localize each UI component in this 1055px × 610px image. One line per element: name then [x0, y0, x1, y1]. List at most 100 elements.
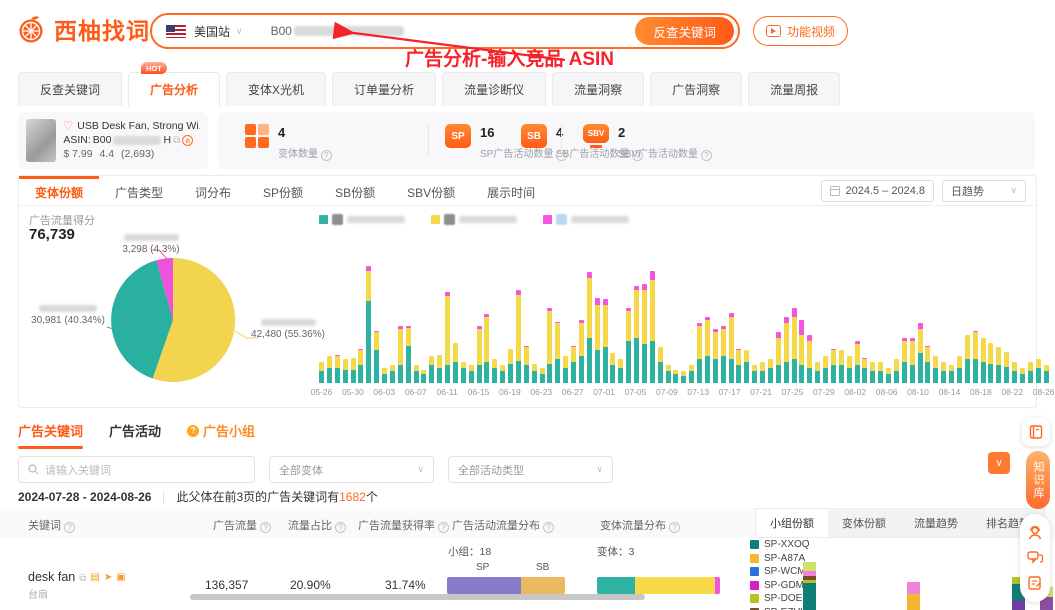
tab-sb-share[interactable]: SB份额 [319, 176, 391, 205]
feature-video-button[interactable]: 功能视频 [753, 16, 848, 46]
legend-item[interactable] [431, 214, 517, 225]
stacked-bar[interactable] [658, 347, 663, 383]
stacked-bar[interactable] [886, 368, 891, 383]
tab-sp-share[interactable]: SP份额 [247, 176, 319, 205]
stacked-bar[interactable] [902, 338, 907, 383]
stacked-bar[interactable] [957, 356, 962, 383]
stacked-bar[interactable] [445, 292, 450, 384]
stacked-bar[interactable] [1036, 359, 1041, 383]
stacked-bar[interactable] [626, 308, 631, 383]
tab-word-distribution[interactable]: 词分布 [179, 176, 247, 205]
stacked-bar[interactable] [327, 356, 332, 383]
tab-ad-type[interactable]: 广告类型 [99, 176, 179, 205]
stacked-bar[interactable] [492, 359, 497, 383]
knowledge-base-button[interactable]: 知识库 [1026, 451, 1050, 509]
app-logo[interactable]: 西柚找词 [16, 12, 150, 46]
stacked-bar[interactable] [603, 299, 608, 383]
help-icon[interactable] [260, 522, 271, 533]
stacked-bar[interactable] [540, 368, 545, 383]
help-icon[interactable] [543, 522, 554, 533]
stacked-bar[interactable] [681, 371, 686, 383]
tab-traffic-diagnosis[interactable]: 流量诊断仪 [442, 72, 546, 106]
stacked-bar[interactable] [398, 326, 403, 383]
stacked-bar[interactable] [666, 365, 671, 383]
stacked-bar[interactable] [768, 359, 773, 383]
stacked-bar[interactable] [532, 364, 537, 384]
stacked-bar[interactable] [933, 356, 938, 383]
tab-traffic-insight[interactable]: 流量洞察 [552, 72, 644, 106]
campaign-distribution-bar[interactable] [447, 577, 565, 594]
stacked-bar[interactable] [705, 317, 710, 383]
customer-service-button[interactable] [1026, 524, 1044, 542]
stacked-bar[interactable] [351, 358, 356, 384]
stacked-bar[interactable] [587, 272, 592, 383]
tab-ad-analysis[interactable]: HOT 广告分析 [128, 72, 220, 106]
daily-traffic-bar-chart[interactable] [319, 234, 1049, 383]
help-icon[interactable] [438, 522, 449, 533]
stacked-bar[interactable] [918, 323, 923, 383]
help-icon[interactable] [321, 150, 332, 161]
legend-item[interactable] [319, 214, 405, 225]
stacked-bar[interactable] [1012, 362, 1017, 383]
tab-variant-xray[interactable]: 变体X光机 [226, 72, 326, 106]
stacked-bar[interactable] [736, 349, 741, 384]
favorite-heart-icon[interactable] [63, 119, 73, 132]
copy-keyword-icon[interactable] [79, 570, 86, 584]
stacked-bar[interactable] [366, 266, 371, 383]
stacked-bar[interactable] [374, 331, 379, 384]
tab-sbv-share[interactable]: SBV份额 [391, 176, 471, 205]
tab-traffic-trend[interactable]: 流量趋势 [900, 509, 972, 537]
tab-ad-keywords[interactable]: 广告关键词 [18, 421, 83, 449]
stacked-bar[interactable] [406, 326, 411, 383]
help-icon[interactable] [335, 522, 346, 533]
stacked-bar[interactable] [335, 355, 340, 384]
stacked-bar[interactable] [823, 356, 828, 383]
send-icon[interactable]: ➤ [104, 572, 112, 583]
stacked-bar[interactable] [894, 359, 899, 383]
tab-order-analysis[interactable]: 订单量分析 [332, 72, 436, 106]
stacked-bar[interactable] [721, 326, 726, 383]
stacked-bar[interactable] [799, 320, 804, 383]
stacked-bar[interactable] [650, 271, 655, 384]
tab-variant-share-col[interactable]: 变体份额 [828, 509, 900, 537]
product-card[interactable]: USB Desk Fan, Strong Wi... ASIN: B00 H a… [18, 112, 208, 169]
stacked-bar[interactable] [1004, 352, 1009, 384]
stacked-bar[interactable] [713, 329, 718, 383]
stacked-bar[interactable] [925, 346, 930, 384]
tab-traffic-weekly[interactable]: 流量周报 [748, 72, 840, 106]
stacked-bar[interactable] [870, 362, 875, 383]
stacked-bar[interactable] [776, 332, 781, 383]
stacked-bar[interactable] [941, 362, 946, 383]
survey-form-button[interactable] [1026, 574, 1044, 592]
stacked-bar[interactable] [390, 365, 395, 383]
stacked-bar[interactable] [729, 313, 734, 384]
stacked-bar[interactable] [673, 370, 678, 384]
stacked-bar[interactable] [319, 362, 324, 383]
stacked-bar[interactable] [965, 335, 970, 383]
stacked-bar[interactable] [878, 362, 883, 383]
stacked-bar[interactable] [1020, 368, 1025, 383]
stacked-bar[interactable] [516, 290, 521, 383]
stacked-bar[interactable] [697, 323, 702, 383]
reverse-search-button[interactable]: 反查关键词 [635, 17, 734, 45]
variant-distribution-bar[interactable] [597, 577, 720, 594]
tab-ad-campaigns[interactable]: 广告活动 [109, 421, 161, 449]
help-icon[interactable] [701, 150, 712, 161]
stacked-bar[interactable] [343, 359, 348, 383]
stacked-bar[interactable] [1044, 365, 1049, 383]
stacked-bar[interactable] [555, 322, 560, 384]
stacked-bar[interactable] [547, 308, 552, 383]
legend-item[interactable] [543, 214, 629, 225]
stacked-bar[interactable] [563, 356, 568, 383]
stacked-bar[interactable] [610, 353, 615, 383]
campaign-type-select[interactable]: 全部活动类型 ∨ [448, 456, 613, 483]
stacked-bar[interactable] [461, 362, 466, 383]
image-icon[interactable]: ▣ [116, 572, 125, 583]
stacked-bar[interactable] [744, 350, 749, 383]
stacked-bar[interactable] [862, 358, 867, 384]
stacked-bar[interactable] [784, 317, 789, 383]
stacked-bar[interactable] [508, 349, 513, 384]
tab-ad-insight[interactable]: 广告洞察 [650, 72, 742, 106]
stacked-bar[interactable] [453, 343, 458, 384]
keyword-search-input[interactable]: 请输入关键词 [18, 456, 255, 483]
